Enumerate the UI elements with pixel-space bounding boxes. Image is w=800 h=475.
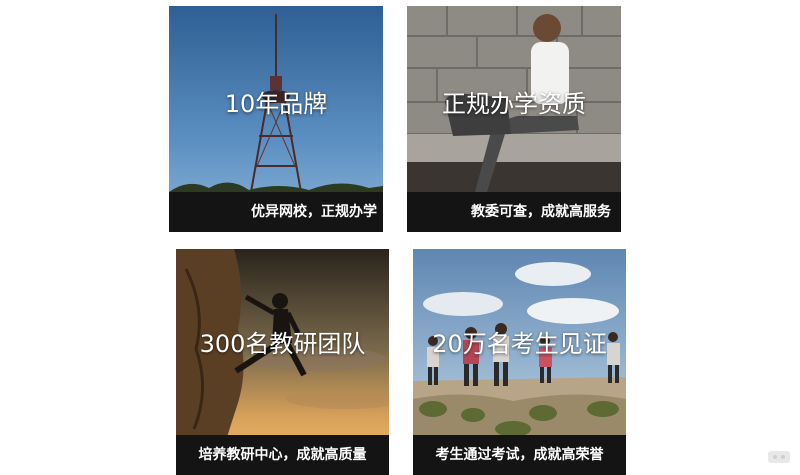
card-title: 10年品牌 bbox=[224, 90, 328, 118]
feature-card-research-team[interactable]: 300名教研团队 培养教研中心，成就高质量 bbox=[176, 249, 389, 475]
card-title: 300名教研团队 bbox=[199, 330, 366, 358]
card-caption: 考生通过考试，成就高荣誉 bbox=[413, 435, 626, 475]
feature-card-brand[interactable]: 10年品牌 优异网校，正规办学 bbox=[169, 6, 383, 232]
feature-card-candidates[interactable]: 20万名考生见证 考生通过考试，成就高荣誉 bbox=[413, 249, 626, 475]
card-caption: 优异网校，正规办学 bbox=[169, 192, 383, 232]
feature-card-qualification[interactable]: 正规办学资质 教委可查，成就高服务 bbox=[407, 6, 621, 232]
card-title: 20万名考生见证 bbox=[432, 330, 607, 358]
watermark-icon bbox=[768, 451, 790, 463]
card-caption: 教委可查，成就高服务 bbox=[407, 192, 621, 232]
card-title: 正规办学资质 bbox=[442, 90, 586, 118]
card-caption: 培养教研中心，成就高质量 bbox=[176, 435, 389, 475]
feature-grid: 10年品牌 优异网校，正规办学 正规办学资质 教委可查，成就高服务 300名教研… bbox=[0, 0, 800, 475]
